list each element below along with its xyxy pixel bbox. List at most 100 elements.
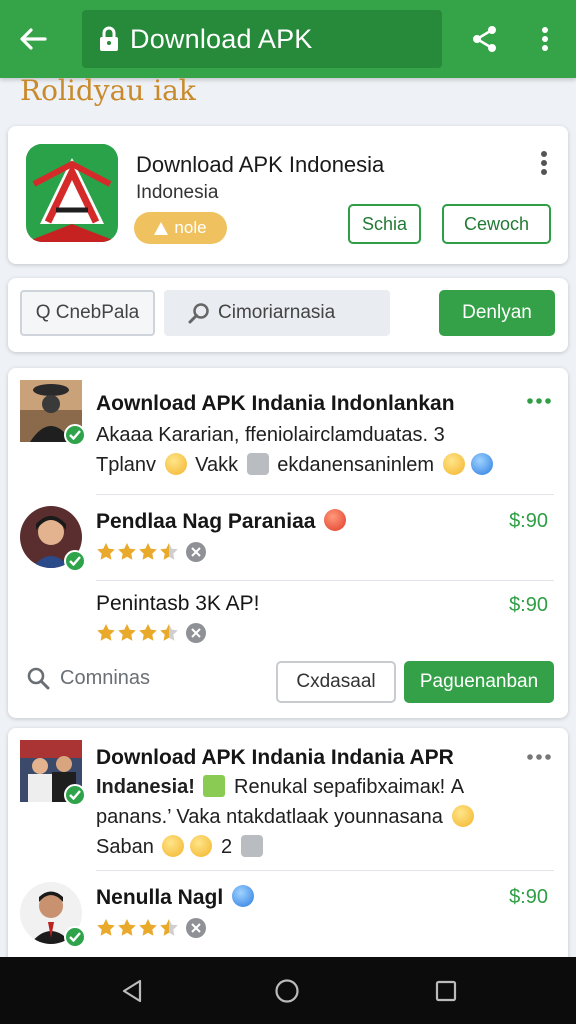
system-nav-bar <box>0 957 576 1024</box>
emoji-icon <box>442 452 465 475</box>
star-icon <box>97 919 115 936</box>
app-name: Download APK Indonesia <box>136 152 385 177</box>
star-icon <box>160 624 178 641</box>
post-text-line: Tplanv Vakk ekdanensaninlem <box>96 452 496 477</box>
app-button-cewoch[interactable]: Cewoch <box>442 204 551 244</box>
verified-badge-icon <box>232 885 255 908</box>
feed-card: Download APK Indania Indania APR Indanes… <box>8 728 568 968</box>
avatar[interactable] <box>20 740 86 806</box>
item-price: $:90 <box>509 510 548 532</box>
post-text-line: Saban 2 <box>96 834 266 859</box>
nav-back-icon[interactable] <box>116 975 148 1007</box>
share-icon[interactable] <box>466 20 504 58</box>
avatar[interactable] <box>20 380 86 446</box>
comment-input[interactable]: Comninas <box>26 658 266 698</box>
dismiss-icon[interactable] <box>186 542 206 562</box>
image-icon <box>240 834 263 857</box>
item-price: $:90 <box>509 594 548 616</box>
star-icon <box>139 624 157 641</box>
verified-check-icon <box>64 550 86 572</box>
post-title[interactable]: Download APK Indania Indania APR <box>96 746 454 770</box>
star-icon <box>97 624 115 641</box>
star-icon <box>97 543 115 560</box>
emoji-icon <box>470 452 493 475</box>
post-text-part: Saban <box>96 836 154 858</box>
star-icon <box>118 624 136 641</box>
dismiss-icon[interactable] <box>186 623 206 643</box>
post-more-icon[interactable] <box>526 396 552 406</box>
star-icon <box>139 919 157 936</box>
emoji-icon <box>203 774 226 797</box>
secondary-button[interactable]: Cxdasaal <box>276 661 396 703</box>
divider <box>96 494 554 495</box>
star-rating <box>96 918 206 938</box>
item-title-text: Pendlaa Nag Paraniaa <box>96 510 316 533</box>
url-bar[interactable]: Download APK <box>82 10 442 68</box>
post-text-part: Vakk <box>195 454 239 476</box>
filter-chip[interactable]: Cimoriarnasia <box>164 290 390 336</box>
post-text-line: panans.’ Vaka ntakdatlaak younnasana <box>96 804 477 829</box>
emoji-icon <box>164 452 187 475</box>
overflow-menu-icon[interactable] <box>528 20 562 58</box>
verified-check-icon <box>64 926 86 948</box>
post-text-line: Indanesia! Renukal sepafibxaimaк! A <box>96 774 465 799</box>
star-icon <box>139 543 157 560</box>
app-more-icon[interactable] <box>538 150 550 176</box>
magnifier-icon <box>188 303 209 324</box>
post-text-part: 2 <box>220 836 233 858</box>
post-text-part: Tplanv <box>96 454 157 476</box>
primary-button[interactable]: Paguenanban <box>404 661 554 703</box>
site-title: Rolidyau iak <box>20 74 196 107</box>
star-rating <box>96 542 206 562</box>
app-button-schia[interactable]: Schia <box>348 204 421 244</box>
post-more-icon[interactable] <box>526 752 552 762</box>
verified-check-icon <box>64 784 86 806</box>
nav-home-icon[interactable] <box>271 975 303 1007</box>
emoji-icon <box>451 804 474 827</box>
search-submit-button[interactable]: Denlyan <box>439 290 555 336</box>
item-price: $:90 <box>509 886 548 908</box>
post-text-part: Indanesia! <box>96 776 195 798</box>
app-subtitle: Indonesia <box>136 182 219 203</box>
app-badge-label: nole <box>174 218 207 237</box>
warning-icon <box>154 221 169 235</box>
lock-icon <box>100 26 118 51</box>
dismiss-icon[interactable] <box>186 918 206 938</box>
search-card: Q CnebPala Cimoriarnasia Denlyan <box>8 278 568 352</box>
search-icon <box>27 667 50 690</box>
back-arrow-icon[interactable] <box>14 20 52 58</box>
emoji-icon <box>162 834 185 857</box>
emoji-icon <box>190 834 213 857</box>
search-chip[interactable]: Q CnebPala <box>20 290 155 336</box>
verified-check-icon <box>64 424 86 446</box>
image-icon <box>246 452 269 475</box>
post-text-part: ekdanensaninlem <box>277 454 435 476</box>
app-logo <box>26 144 118 242</box>
nav-recents-icon[interactable] <box>430 975 462 1007</box>
emoji-icon <box>324 509 347 532</box>
item-title-text: Nenulla Nagl <box>96 886 224 909</box>
star-rating <box>96 623 206 643</box>
post-text-part: Renukal sepafibxaimaк! A <box>234 776 465 798</box>
divider <box>96 870 554 871</box>
post-title[interactable]: Aownload APK Indania Indonlankan <box>96 392 455 416</box>
star-icon <box>160 543 178 560</box>
top-app-bar: Download APK <box>0 0 576 78</box>
item-title[interactable]: Penintasb 3K AP! <box>96 592 259 616</box>
star-icon <box>118 543 136 560</box>
star-icon <box>160 919 178 936</box>
item-title[interactable]: Pendlaa Nag Paraniaa <box>96 509 349 534</box>
app-card: Download APK Indonesia Indonesia nole Sc… <box>8 126 568 264</box>
avatar[interactable] <box>20 506 86 572</box>
post-text-part: panans.’ Vaka ntakdatlaak younnasana <box>96 806 443 828</box>
feed-card: Aownload APK Indania Indonlankan Akaaa K… <box>8 368 568 718</box>
avatar[interactable] <box>20 882 86 948</box>
app-badge[interactable]: nole <box>134 212 227 244</box>
post-text: Akaaa Kararian, ffeniolairclamduatas. 3 <box>96 424 445 446</box>
item-title[interactable]: Nenulla Nagl <box>96 885 257 910</box>
url-text: Download APK <box>130 23 313 54</box>
filter-chip-label: Cimoriarnasia <box>218 302 336 323</box>
star-icon <box>118 919 136 936</box>
divider <box>96 580 554 581</box>
comment-placeholder: Comninas <box>60 666 151 689</box>
